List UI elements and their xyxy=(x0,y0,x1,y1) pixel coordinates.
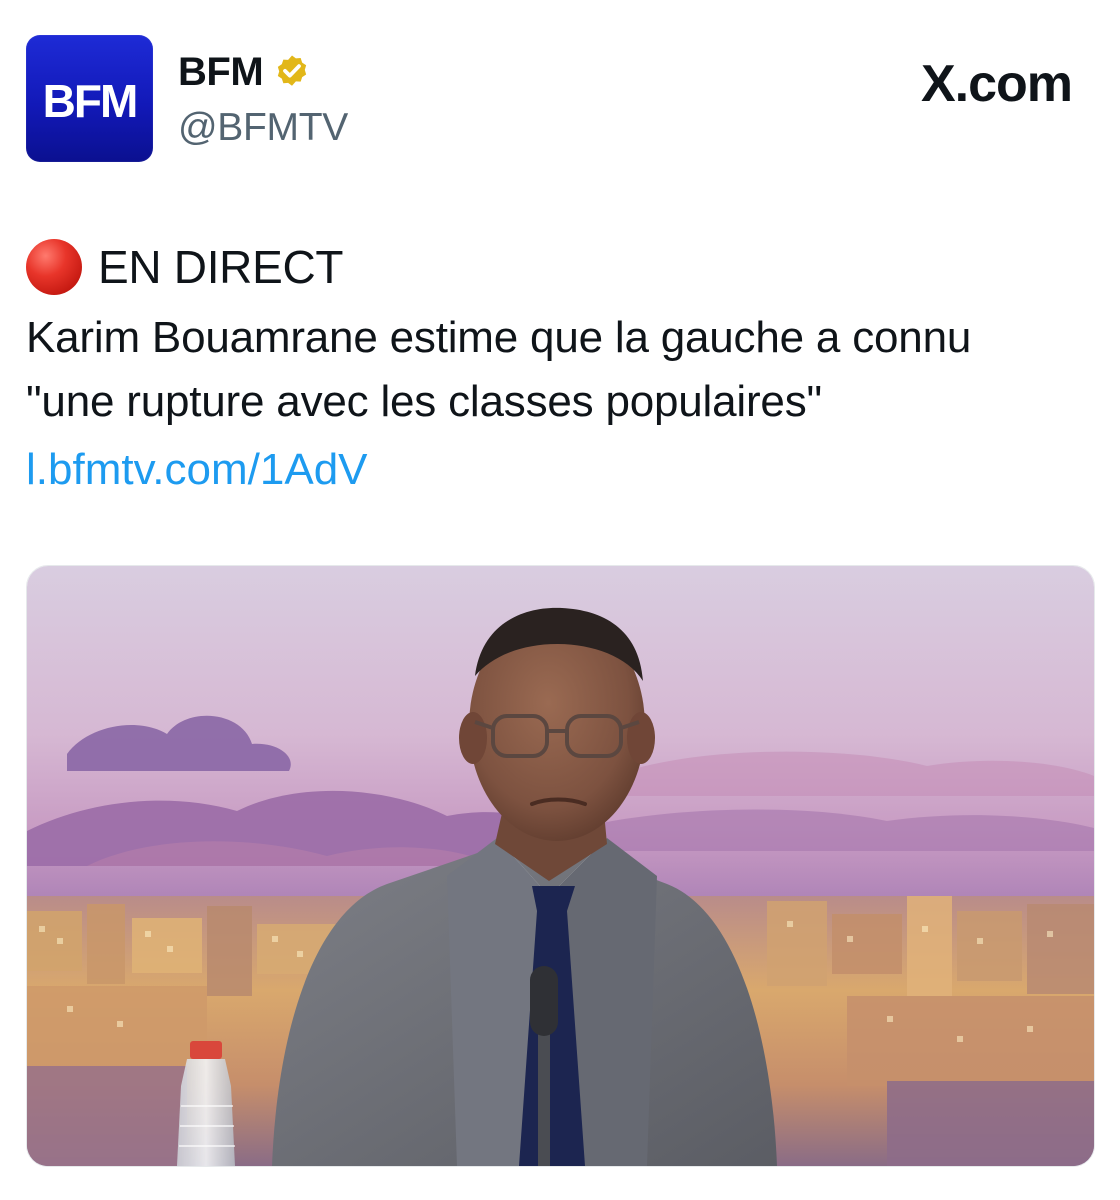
author-block: BFM @BFMTV xyxy=(178,48,348,152)
author-name-row: BFM xyxy=(178,48,348,96)
tweet-text-line: "une rupture avec les classes populaires… xyxy=(26,377,822,426)
avatar[interactable]: BFM xyxy=(26,35,153,162)
media-photo xyxy=(27,566,1094,1166)
tweet-body: EN DIRECT Karim Bouamrane estime que la … xyxy=(26,238,1096,502)
avatar-logo-text: BFM xyxy=(42,74,139,127)
live-indicator: EN DIRECT xyxy=(26,238,1096,296)
tweet-media-image[interactable] xyxy=(26,565,1095,1167)
author-handle[interactable]: @BFMTV xyxy=(178,104,348,152)
site-label[interactable]: X.com xyxy=(920,54,1073,114)
red-circle-icon xyxy=(26,239,82,295)
tweet-text: Karim Bouamrane estime que la gauche a c… xyxy=(26,306,1096,434)
verified-badge-icon xyxy=(277,55,307,86)
site-label-text: X.com xyxy=(920,55,1073,113)
tweet-text-line: Karim Bouamrane estime que la gauche a c… xyxy=(26,313,972,362)
tweet-card: BFM BFM @BFMTV X.com EN DIRECT Karim Bou… xyxy=(0,0,1120,1200)
author-name[interactable]: BFM xyxy=(178,48,264,96)
live-label: EN DIRECT xyxy=(98,241,344,293)
tweet-link[interactable]: l.bfmtv.com/1AdV xyxy=(26,438,368,502)
